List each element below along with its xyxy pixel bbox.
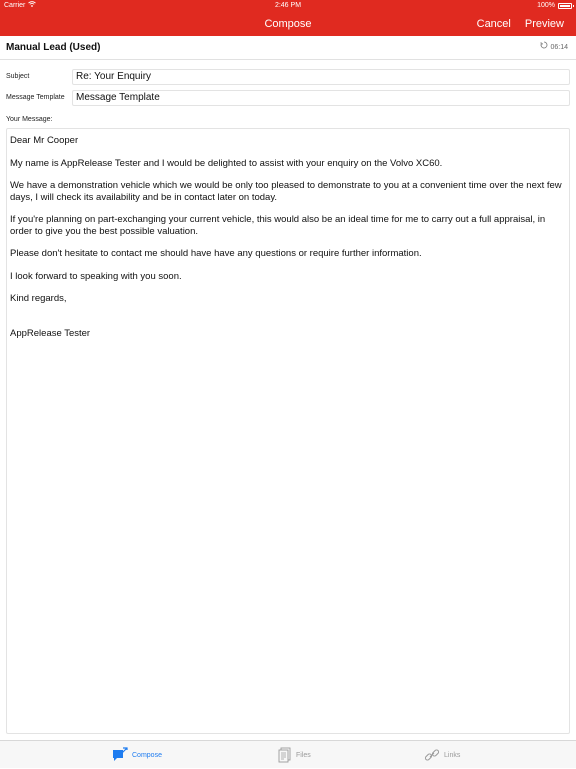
message-greeting: Dear Mr Cooper [10,135,79,146]
top-bar: Carrier 2:46 PM 100% Compose Cancel Prev… [0,0,576,36]
subject-label: Subject [6,73,30,80]
tab-files[interactable]: Files [278,741,311,769]
cancel-button[interactable]: Cancel [477,12,511,36]
subject-field[interactable]: Re: Your Enquiry [72,69,570,85]
message-paragraph: We have a demonstration vehicle which we… [10,180,562,203]
tab-compose-label: Compose [132,751,162,759]
navbar-actions: Cancel Preview [477,12,564,36]
lead-name: Manual Lead (Used) [6,42,101,53]
compose-icon [112,747,128,763]
message-textarea[interactable]: Dear Mr Cooper My name is AppRelease Tes… [6,128,570,734]
preview-button[interactable]: Preview [525,12,564,36]
tab-files-label: Files [296,751,311,759]
tab-links-label: Links [444,751,461,759]
links-icon [424,747,440,763]
navigation-bar: Compose Cancel Preview [0,12,576,36]
lead-time-label: 06:14 [550,44,568,51]
message-paragraph: My name is AppRelease Tester and I would… [10,157,443,169]
status-bar: Carrier 2:46 PM 100% [0,0,576,12]
message-template-label: Message Template [6,94,65,101]
lead-header: Manual Lead (Used) 06:14 [0,36,576,60]
message-paragraph: Please don't hesitate to contact me shou… [10,248,422,259]
status-time: 2:46 PM [274,2,302,9]
status-right: 100% [537,0,574,12]
lead-time: 06:14 [540,36,568,60]
clock-icon [540,36,548,60]
tab-compose[interactable]: Compose [112,741,162,769]
battery-icon [558,3,574,9]
message-paragraph: I look forward to speaking with you soon… [10,270,182,282]
your-message-label: Your Message: [6,116,53,123]
battery-percent: 100% [537,2,555,9]
tab-bar: Compose Files Links [0,740,576,768]
files-icon [278,747,292,763]
message-signoff: Kind regards, [10,293,67,304]
message-signature: AppRelease Tester [10,327,91,339]
message-paragraph: If you're planning on part-exchanging yo… [10,214,546,237]
tab-links[interactable]: Links [424,741,460,769]
message-template-select[interactable]: Message Template [72,90,570,106]
